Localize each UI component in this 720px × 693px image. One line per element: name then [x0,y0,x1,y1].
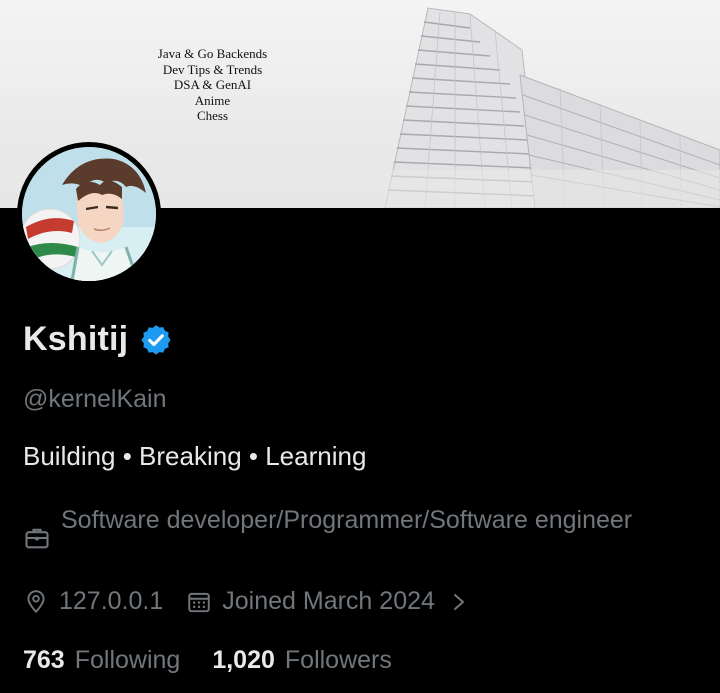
location-text: 127.0.0.1 [59,587,164,615]
banner-line: Chess [196,108,229,123]
briefcase-icon [25,528,49,549]
profession-row: Software developer/Programmer/Software e… [23,502,641,552]
avatar[interactable] [22,147,156,281]
banner-line: Dev Tips & Trends [162,61,263,77]
follow-stats: 763 Following 1,020 Followers [23,646,392,675]
avatar-illustration [22,147,156,281]
joined-date: Joined March 2024 [222,587,435,615]
chevron-right-icon[interactable] [449,591,469,613]
followers-label: Followers [284,646,392,674]
calendar-icon [188,592,210,612]
banner-line: Anime [194,92,231,108]
followers-count: 1,020 [212,646,275,674]
banner-line: DSA & GenAI [173,77,252,92]
verified-badge-icon[interactable] [139,323,173,357]
banner-line: Java & Go Backends [157,46,268,61]
followers-link[interactable]: 1,020 Followers [212,646,392,675]
name-row: Kshitij [23,320,173,359]
following-count: 763 [23,646,65,674]
meta-row: 127.0.0.1 Joined March 2024 [23,587,469,616]
username-handle: @kernelKain [23,385,167,413]
location-pin-icon [27,589,45,613]
profession-text: Software developer/Programmer/Software e… [61,506,633,534]
display-name: Kshitij [23,320,129,358]
banner-text: Java & Go Backends Dev Tips & Trends DSA… [140,46,285,124]
following-link[interactable]: 763 Following [23,646,180,675]
following-label: Following [74,646,181,674]
bio-text: Building • Breaking • Learning [23,441,367,471]
